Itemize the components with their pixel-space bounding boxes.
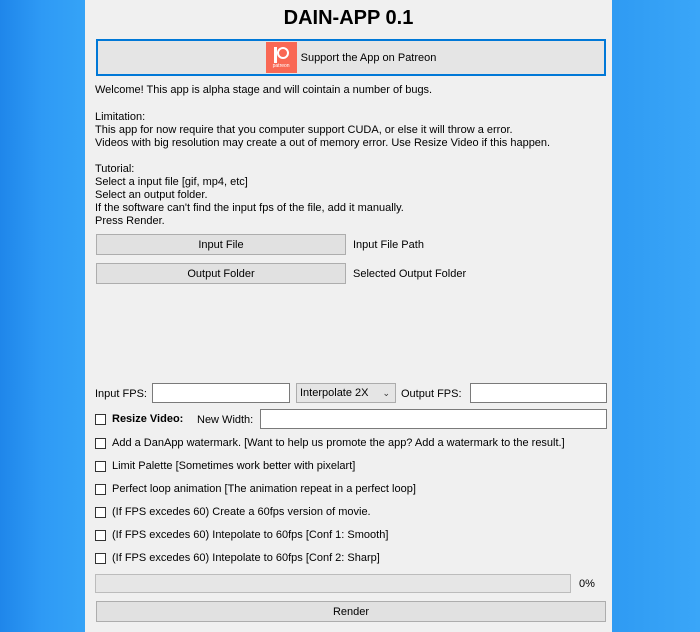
limit-palette-option-row[interactable]: Limit Palette [Sometimes work better wit… [95, 459, 355, 473]
input-file-path: Input File Path [353, 239, 424, 251]
new-width-label: New Width: [197, 414, 254, 426]
render-progress-bar [95, 574, 571, 593]
perfect-loop-option-label: Perfect loop animation [The animation re… [112, 483, 416, 495]
input-fps-field[interactable] [152, 383, 290, 403]
output-fps-label: Output FPS: [401, 388, 462, 400]
create-60fps-checkbox[interactable] [95, 506, 106, 518]
input-fps-label: Input FPS: [95, 388, 147, 400]
interpolate-sharp-option-row[interactable]: (If FPS excedes 60) Intepolate to 60fps … [95, 551, 380, 565]
create-60fps-option-row[interactable]: (If FPS excedes 60) Create a 60fps versi… [95, 505, 371, 519]
create-60fps-option-label: (If FPS excedes 60) Create a 60fps versi… [112, 506, 371, 518]
perfect-loop-checkbox[interactable] [95, 483, 106, 495]
interpolate-sharp-checkbox[interactable] [95, 552, 106, 564]
interpolate-select-value: Interpolate 2X [300, 387, 369, 399]
limitation-line-1: This app for now require that you comput… [95, 124, 513, 136]
limitation-title: Limitation: [95, 111, 146, 123]
render-button[interactable]: Render [96, 601, 606, 622]
welcome-text: Welcome! This app is alpha stage and wil… [95, 84, 433, 96]
interpolate-smooth-option-row[interactable]: (If FPS excedes 60) Intepolate to 60fps … [95, 528, 388, 542]
chevron-down-icon: ⌄ [382, 388, 390, 398]
perfect-loop-option-row[interactable]: Perfect loop animation [The animation re… [95, 482, 416, 496]
watermark-checkbox[interactable] [95, 437, 106, 449]
output-folder-button[interactable]: Output Folder [96, 263, 346, 284]
interpolate-smooth-option-label: (If FPS excedes 60) Intepolate to 60fps … [112, 529, 389, 541]
limitation-line-2: Videos with big resolution may create a … [95, 137, 551, 149]
interpolate-smooth-checkbox[interactable] [95, 529, 106, 541]
patreon-logo-icon: patreon [265, 42, 297, 73]
patreon-support-button[interactable]: patreon Support the App on Patreon [96, 39, 606, 76]
patreon-logo-text: patreon [272, 62, 290, 69]
tutorial-step-2: Select an output folder. [95, 189, 208, 201]
render-progress-percent: 0% [579, 578, 595, 590]
output-fps-field[interactable] [470, 383, 607, 403]
app-window: DAIN-APP 0.1 patreon Support the App on … [85, 0, 612, 632]
resize-video-label: Resize Video: [112, 413, 184, 425]
resize-video-checkbox[interactable] [95, 413, 106, 425]
watermark-option-row[interactable]: Add a DanApp watermark. [Want to help us… [95, 436, 565, 450]
interpolate-sharp-option-label: (If FPS excedes 60) Intepolate to 60fps … [112, 552, 380, 564]
patreon-button-label: Support the App on Patreon [300, 51, 437, 64]
resize-video-checkbox-row[interactable]: Resize Video: [95, 412, 183, 426]
tutorial-step-1: Select a input file [gif, mp4, etc] [95, 176, 248, 188]
limit-palette-checkbox[interactable] [95, 460, 106, 472]
limit-palette-option-label: Limit Palette [Sometimes work better wit… [112, 460, 356, 472]
output-folder-path: Selected Output Folder [353, 268, 467, 280]
new-width-field[interactable] [260, 409, 607, 429]
tutorial-step-3: If the software can't find the input fps… [95, 202, 404, 214]
interpolate-select[interactable]: Interpolate 2X ⌄ [296, 383, 396, 403]
app-title: DAIN-APP 0.1 [283, 7, 414, 29]
watermark-option-label: Add a DanApp watermark. [Want to help us… [112, 437, 565, 449]
tutorial-title: Tutorial: [95, 163, 135, 175]
tutorial-step-4: Press Render. [95, 215, 165, 227]
input-file-button[interactable]: Input File [96, 234, 346, 255]
